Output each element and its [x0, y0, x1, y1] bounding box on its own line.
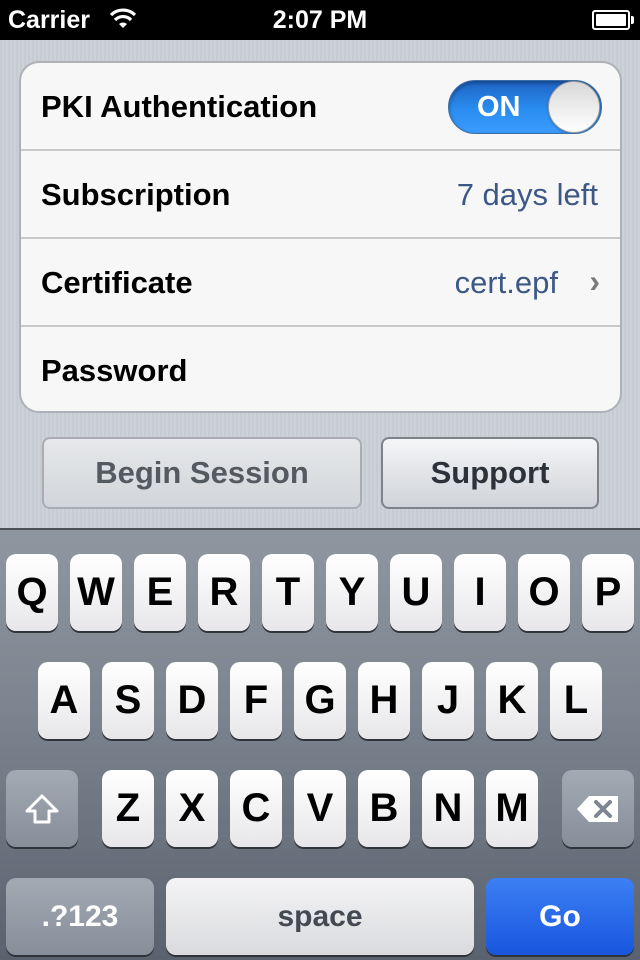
key-y[interactable]: Y: [326, 554, 378, 631]
key-b[interactable]: B: [358, 770, 410, 847]
key-p[interactable]: P: [582, 554, 634, 631]
key-n[interactable]: N: [422, 770, 474, 847]
key-d[interactable]: D: [166, 662, 218, 739]
password-label: Password: [41, 353, 188, 388]
row-pki-authentication: PKI Authentication ON: [21, 63, 620, 151]
row-password[interactable]: Password: [21, 327, 620, 411]
shift-key[interactable]: [6, 770, 78, 847]
key-x[interactable]: X: [166, 770, 218, 847]
support-button[interactable]: Support: [381, 437, 599, 509]
key-w[interactable]: W: [70, 554, 122, 631]
certificate-label: Certificate: [41, 265, 193, 300]
toggle-on-label: ON: [477, 91, 521, 123]
key-t[interactable]: T: [262, 554, 314, 631]
toggle-knob[interactable]: [548, 81, 600, 133]
key-v[interactable]: V: [294, 770, 346, 847]
status-bar: Carrier 2:07 PM: [0, 0, 640, 40]
key-e[interactable]: E: [134, 554, 186, 631]
key-l[interactable]: L: [550, 662, 602, 739]
go-key[interactable]: Go: [486, 878, 634, 955]
subscription-label: Subscription: [41, 177, 231, 212]
key-s[interactable]: S: [102, 662, 154, 739]
key-q[interactable]: Q: [6, 554, 58, 631]
key-r[interactable]: R: [198, 554, 250, 631]
keyboard: Q W E R T Y U I O P A S D F G H J K L Z …: [0, 528, 640, 960]
key-i[interactable]: I: [454, 554, 506, 631]
key-c[interactable]: C: [230, 770, 282, 847]
subscription-value: 7 days left: [456, 177, 598, 212]
chevron-right-icon: ›: [589, 263, 600, 299]
row-subscription: Subscription 7 days left: [21, 151, 620, 239]
pki-authentication-label: PKI Authentication: [41, 89, 318, 124]
key-a[interactable]: A: [38, 662, 90, 739]
begin-session-button[interactable]: Begin Session: [42, 437, 362, 509]
key-j[interactable]: J: [422, 662, 474, 739]
space-key[interactable]: space: [166, 878, 474, 955]
clock-label: 2:07 PM: [272, 6, 368, 34]
key-m[interactable]: M: [486, 770, 538, 847]
key-o[interactable]: O: [518, 554, 570, 631]
backspace-key[interactable]: [562, 770, 634, 847]
key-f[interactable]: F: [230, 662, 282, 739]
battery-icon: [592, 10, 634, 30]
numbers-key[interactable]: .?123: [6, 878, 154, 955]
key-k[interactable]: K: [486, 662, 538, 739]
settings-group: PKI Authentication ON Subscription 7 day…: [19, 61, 622, 413]
key-u[interactable]: U: [390, 554, 442, 631]
key-z[interactable]: Z: [102, 770, 154, 847]
key-g[interactable]: G: [294, 662, 346, 739]
pki-authentication-toggle[interactable]: ON: [448, 80, 602, 134]
key-h[interactable]: H: [358, 662, 410, 739]
certificate-value: cert.epf: [454, 265, 558, 300]
row-certificate[interactable]: Certificate cert.epf ›: [21, 239, 620, 327]
